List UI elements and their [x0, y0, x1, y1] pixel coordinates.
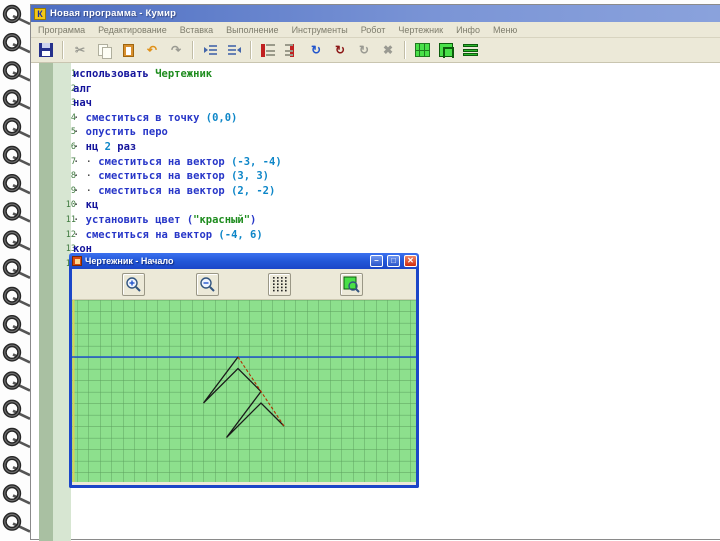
code-line: 11 · установить цвет ("красный") [39, 213, 699, 228]
cut-icon[interactable]: ✂ [69, 40, 91, 61]
menu-bar: Программа Редактирование Вставка Выполнение… [31, 22, 720, 38]
grid-toggle-icon[interactable] [268, 273, 291, 296]
kumir-app-icon: К [34, 7, 46, 20]
code-text: · кц [73, 199, 99, 212]
zoom-in-icon[interactable] [122, 273, 145, 296]
code-text: · установить цвет ("красный") [73, 213, 257, 226]
code-text: · · сместиться на вектор (2, -2) [73, 184, 276, 197]
code-text: · · сместиться на вектор (3, 3) [73, 170, 269, 183]
menu-item-8[interactable]: Инфо [456, 25, 480, 35]
toolbar-separator [62, 41, 64, 59]
code-line: 10 · кц [39, 198, 699, 213]
code-editor[interactable]: 1 использовать Чертежник 2 алг 3 нач 4 · смести… [39, 67, 699, 277]
code-line: 12 · сместиться на вектор (-4, 6) [39, 228, 699, 243]
code-line: 2 алг [39, 82, 699, 97]
code-line: 1 использовать Чертежник [39, 67, 699, 82]
drawer-title-bar[interactable]: Чертежник - Начало – □ ✕ [69, 253, 419, 269]
code-line: 7 · · сместиться на вектор (-3, -4) [39, 155, 699, 170]
zoom-out-icon[interactable] [196, 273, 219, 296]
fit-view-icon[interactable] [340, 273, 363, 296]
menu-item-1[interactable]: Программа [38, 25, 85, 35]
copy-icon[interactable] [93, 40, 115, 61]
run-loop-red-icon[interactable]: ↻ [329, 40, 351, 61]
exec-step-icon[interactable] [257, 40, 279, 61]
show-drawer-window-icon[interactable] [435, 40, 457, 61]
close-button[interactable]: ✕ [404, 255, 417, 267]
code-line: 4 · сместиться в точку (0,0) [39, 111, 699, 126]
menu-item-2[interactable]: Редактирование [98, 25, 167, 35]
code-text: · сместиться на вектор (-4, 6) [73, 228, 263, 241]
paste-icon[interactable] [117, 40, 139, 61]
menu-item-4[interactable]: Выполнение [226, 25, 278, 35]
main-toolbar: ✂ ↶ ↷ ↻ ↻ ↻ ✖ [31, 38, 720, 63]
minimize-button[interactable]: – [370, 255, 383, 267]
code-text: · · сместиться на вектор (-3, -4) [73, 155, 282, 168]
code-text: алг [73, 82, 92, 95]
menu-item-9[interactable]: Меню [493, 25, 517, 35]
run-loop-gray-icon[interactable]: ↻ [353, 40, 375, 61]
code-text: · нц 2 раз [73, 140, 137, 153]
drawer-field-canvas [72, 300, 416, 482]
menu-item-6[interactable]: Робот [361, 25, 386, 35]
drawer-window-icon [72, 256, 82, 266]
drawer-toolbar [72, 269, 416, 300]
code-line: 5 · опустить перо [39, 125, 699, 140]
menu-item-3[interactable]: Вставка [180, 25, 213, 35]
indent-increase-icon[interactable] [223, 40, 245, 61]
window-title: Новая программа - Кумир [50, 8, 177, 19]
slide-background: { "window": { "title": "Новая программа … [0, 0, 720, 541]
exec-pause-icon[interactable] [281, 40, 303, 61]
undo-icon[interactable]: ↶ [141, 40, 163, 61]
code-text: нач [73, 97, 92, 110]
toolbar-separator [404, 41, 406, 59]
run-loop-blue-icon[interactable]: ↻ [305, 40, 327, 61]
code-text: · опустить перо [73, 126, 168, 139]
code-line: 6 · нц 2 раз [39, 140, 699, 155]
code-line: 3 нач [39, 96, 699, 111]
menu-item-5[interactable]: Инструменты [292, 25, 348, 35]
indent-decrease-icon[interactable] [199, 40, 221, 61]
save-icon[interactable] [35, 40, 57, 61]
menu-item-7[interactable]: Чертежник [398, 25, 443, 35]
notebook-spiral-binding [2, 4, 33, 534]
toolbar-separator [250, 41, 252, 59]
toolbar-separator [192, 41, 194, 59]
show-menu-lines-icon[interactable] [459, 40, 481, 61]
show-field-grid-icon[interactable] [411, 40, 433, 61]
maximize-button[interactable]: □ [387, 255, 400, 267]
code-text: · сместиться в точку (0,0) [73, 111, 238, 124]
main-title-bar[interactable]: К Новая программа - Кумир [31, 5, 720, 22]
stop-icon[interactable]: ✖ [377, 40, 399, 61]
drawer-window-title: Чертежник - Начало [85, 256, 174, 266]
code-line: 9 · · сместиться на вектор (2, -2) [39, 184, 699, 199]
code-text: использовать Чертежник [73, 68, 213, 80]
redo-icon[interactable]: ↷ [165, 40, 187, 61]
kumir-main-window: К Новая программа - Кумир Программа Редак… [30, 4, 720, 541]
code-line: 8 · · сместиться на вектор (3, 3) [39, 169, 699, 184]
drawer-child-window: Чертежник - Начало – □ ✕ [69, 253, 419, 488]
